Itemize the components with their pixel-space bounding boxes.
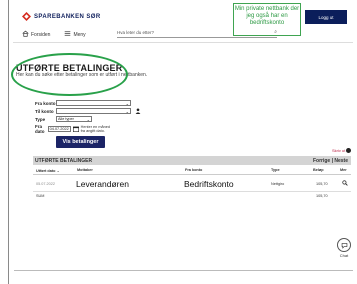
from-date-row: Fra dato 04.07.2022 Henter en måned fra … <box>35 124 114 134</box>
highlight-ellipse <box>11 53 128 96</box>
search-icon[interactable]: ⌕ <box>274 29 277 35</box>
search-placeholder: Hva leter du etter? <box>117 30 155 35</box>
magnify-icon[interactable] <box>342 180 348 187</box>
row-recipient: Leverandøren <box>76 179 129 189</box>
person-icon[interactable] <box>135 108 141 114</box>
chat-bubble-icon <box>337 238 351 252</box>
col-date[interactable]: Utført dato ⌄ <box>36 168 60 173</box>
table-row[interactable]: 05.07.2022 Leverandøren Bedriftskonto Ne… <box>33 176 351 192</box>
home-icon <box>22 30 29 39</box>
row-from-account: Bedriftskonto <box>184 179 234 189</box>
from-date-label: Fra dato <box>35 124 45 134</box>
nav-menu-label: Meny <box>73 31 86 38</box>
row-date: 05.07.2022 <box>36 182 56 186</box>
chevron-down-icon: ⌄ <box>86 116 90 122</box>
type-value: Alle typer <box>58 117 74 121</box>
logo-mark-icon <box>22 12 31 21</box>
col-from-account-label: Fra konto <box>185 168 203 172</box>
row-type: Nettgiro <box>271 182 285 186</box>
chevron-down-icon: ⌄ <box>125 108 129 114</box>
chat-widget[interactable]: Chat <box>337 238 351 258</box>
row-amount: 105,70 <box>316 182 328 186</box>
type-row: Type Alle typer ⌄ <box>35 116 92 122</box>
col-recipient[interactable]: Mottaker <box>77 168 93 172</box>
col-type[interactable]: Type <box>271 168 280 172</box>
print-label: Skriv ut <box>332 148 346 153</box>
logout-button[interactable]: Logg ut <box>305 10 347 24</box>
col-amount[interactable]: Beløp <box>313 168 324 172</box>
results-header: UTFØRTE BETALINGER Forrige | Neste <box>33 156 351 165</box>
col-amount-label: Beløp <box>313 168 324 172</box>
nav-divider <box>13 42 353 43</box>
to-account-select[interactable]: ⌄ <box>56 108 131 114</box>
nav-menu[interactable]: Meny <box>64 30 86 39</box>
from-account-label: Fra konto <box>35 100 56 106</box>
col-more-label: Mer <box>340 168 347 172</box>
results-title: UTFØRTE BETALINGER <box>35 158 93 164</box>
search-input[interactable]: Hva leter du etter? ⌕ <box>117 29 277 38</box>
col-more: Mer <box>340 168 347 172</box>
calendar-icon[interactable] <box>72 126 79 132</box>
col-type-label: Type <box>271 168 280 172</box>
sum-row: SUM 105,70 <box>33 193 351 201</box>
col-from-account[interactable]: Fra konto <box>185 168 202 172</box>
col-date-label: Utført dato <box>36 169 56 173</box>
to-account-label: Til konto <box>35 108 54 114</box>
sort-icon: ⌄ <box>56 169 60 173</box>
sum-value: 105,70 <box>316 194 328 198</box>
logo-text: SPAREBANKEN SØR <box>34 13 101 20</box>
from-account-select[interactable]: ⌄ <box>56 100 131 106</box>
chevron-down-icon: ⌄ <box>125 100 129 106</box>
nav-home-label: Forsiden <box>31 31 51 38</box>
show-payments-button[interactable]: Vis betalinger <box>56 136 105 148</box>
bottom-divider <box>14 270 353 271</box>
pager-links[interactable]: Forrige | Neste <box>313 158 348 164</box>
print-link[interactable]: Skriv ut <box>332 148 352 153</box>
menu-icon <box>64 30 71 39</box>
from-account-row: Fra konto ⌄ <box>35 100 131 106</box>
table-header: Utført dato ⌄ Mottaker Fra konto Type Be… <box>33 166 351 175</box>
date-hint: Henter en måned fra angitt dato. <box>80 125 110 133</box>
sum-label: SUM <box>36 194 45 198</box>
type-select[interactable]: Alle typer ⌄ <box>56 116 92 122</box>
print-icon <box>346 148 352 153</box>
to-account-row: Til konto ⌄ <box>35 108 141 114</box>
window-edge <box>8 0 9 284</box>
bank-logo[interactable]: SPAREBANKEN SØR <box>22 12 101 21</box>
from-date-input[interactable]: 04.07.2022 <box>47 126 71 132</box>
nav-home[interactable]: Forsiden <box>22 30 50 39</box>
col-recipient-label: Mottaker <box>77 168 93 172</box>
top-nav: Forsiden Meny <box>22 30 100 39</box>
type-label: Type <box>35 116 46 122</box>
chat-label: Chat <box>339 253 349 258</box>
